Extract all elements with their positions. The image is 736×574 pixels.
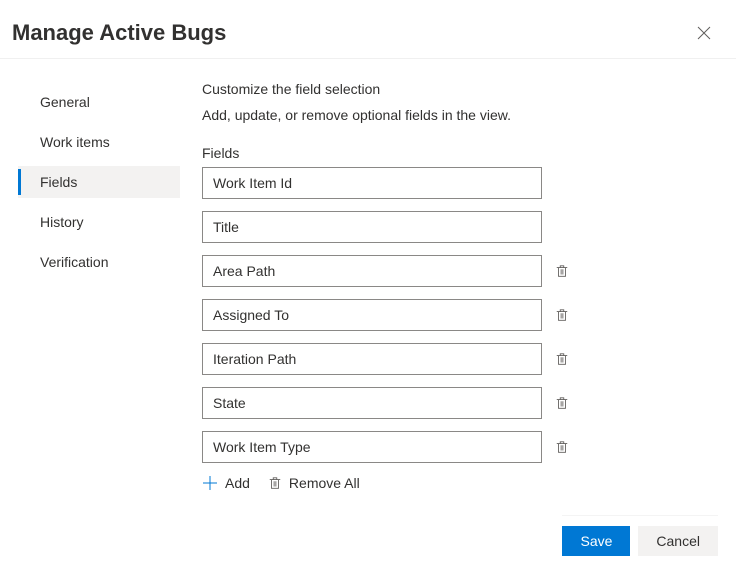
sidebar-item-label: Verification: [40, 254, 108, 270]
section-subheading: Add, update, or remove optional fields i…: [202, 107, 716, 123]
add-field-button[interactable]: Add: [202, 475, 250, 491]
delete-field-button[interactable]: [554, 439, 570, 455]
field-input[interactable]: State: [202, 387, 542, 419]
field-row: Assigned To: [202, 299, 716, 331]
field-input[interactable]: Work Item Id: [202, 167, 542, 199]
add-field-label: Add: [225, 475, 250, 491]
trash-icon: [555, 352, 569, 366]
field-input[interactable]: Iteration Path: [202, 343, 542, 375]
trash-icon: [555, 264, 569, 278]
delete-field-button[interactable]: [554, 263, 570, 279]
dialog-title: Manage Active Bugs: [12, 20, 226, 46]
field-input[interactable]: Title: [202, 211, 542, 243]
field-input[interactable]: Work Item Type: [202, 431, 542, 463]
sidebar-item-work-items[interactable]: Work items: [18, 126, 180, 158]
remove-all-label: Remove All: [289, 475, 360, 491]
field-row: Iteration Path: [202, 343, 716, 375]
field-row: Title: [202, 211, 716, 243]
field-input[interactable]: Assigned To: [202, 299, 542, 331]
field-row: State: [202, 387, 716, 419]
field-row: Work Item Id: [202, 167, 716, 199]
dialog-header: Manage Active Bugs: [0, 0, 736, 59]
dialog-body: General Work items Fields History Verificati…: [0, 59, 736, 491]
sidebar-item-fields[interactable]: Fields: [18, 166, 180, 198]
field-input[interactable]: Area Path: [202, 255, 542, 287]
delete-field-button[interactable]: [554, 351, 570, 367]
cancel-button[interactable]: Cancel: [638, 526, 718, 556]
sidebar-nav: General Work items Fields History Verificati…: [0, 71, 180, 491]
plus-icon: [202, 475, 218, 491]
dialog-footer: Save Cancel: [562, 515, 718, 556]
close-button[interactable]: [692, 21, 716, 45]
main-panel: Customize the field selection Add, updat…: [180, 71, 736, 491]
fields-list: Work Item Id Title Area Path Assigned To Ite…: [202, 167, 716, 463]
section-heading: Customize the field selection: [202, 81, 716, 97]
remove-all-button[interactable]: Remove All: [268, 475, 360, 491]
field-row: Work Item Type: [202, 431, 716, 463]
field-actions: Add Remove All: [202, 475, 716, 491]
trash-icon: [555, 396, 569, 410]
delete-field-button[interactable]: [554, 395, 570, 411]
trash-icon: [555, 308, 569, 322]
sidebar-item-label: General: [40, 94, 90, 110]
save-button[interactable]: Save: [562, 526, 630, 556]
fields-label: Fields: [202, 145, 716, 161]
trash-icon: [555, 440, 569, 454]
sidebar-item-history[interactable]: History: [18, 206, 180, 238]
sidebar-item-label: Fields: [40, 174, 77, 190]
delete-field-button[interactable]: [554, 307, 570, 323]
close-icon: [696, 25, 712, 41]
sidebar-item-label: History: [40, 214, 84, 230]
field-row: Area Path: [202, 255, 716, 287]
trash-icon: [268, 476, 282, 490]
sidebar-item-verification[interactable]: Verification: [18, 246, 180, 278]
sidebar-item-general[interactable]: General: [18, 86, 180, 118]
sidebar-item-label: Work items: [40, 134, 110, 150]
